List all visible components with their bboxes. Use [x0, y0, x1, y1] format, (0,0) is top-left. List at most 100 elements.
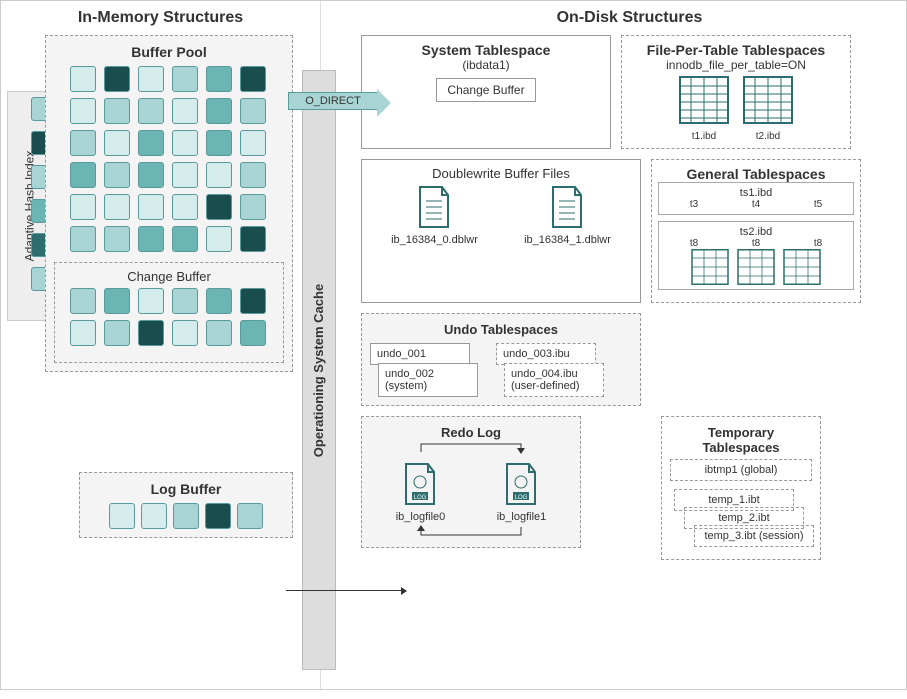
buffer-cell [138, 194, 164, 220]
buffer-cell [240, 98, 266, 124]
buffer-cell [70, 194, 96, 220]
tablespace-icon [679, 76, 729, 124]
buffer-cell [206, 162, 232, 188]
log-file-icon: LOG [402, 462, 438, 506]
buffer-cell [70, 98, 96, 124]
buffer-cell [206, 130, 232, 156]
redo-f2: ib_logfile1 [497, 511, 547, 523]
buffer-cell [240, 162, 266, 188]
buffer-cell [104, 194, 130, 220]
fpt-title: File-Per-Table Tablespaces [628, 42, 844, 58]
tablespace-icon [743, 76, 793, 124]
log-buffer-title: Log Buffer [88, 481, 284, 497]
general-tablespaces: General Tablespaces ts1.ibd t3 t4 t5 ts2… [651, 159, 861, 303]
change-buffer-title: Change Buffer [61, 269, 277, 284]
buffer-cell [206, 288, 232, 314]
log-buffer-cells [88, 503, 284, 529]
temp-s3: temp_3.ibt (session) [694, 525, 814, 547]
undo-004: undo_004.ibu (user-defined) [504, 363, 604, 397]
buffer-cell [172, 162, 198, 188]
temp-title: Temporary Tablespaces [670, 425, 812, 455]
gen-ts2: ts2.ibd [663, 226, 849, 238]
buffer-cell [240, 320, 266, 346]
buffer-cell [70, 162, 96, 188]
gen-ts2-c0: t8 [690, 238, 698, 249]
buffer-cell [205, 503, 231, 529]
undo-tablespaces: Undo Tablespaces undo_001 undo_002 (syst… [361, 313, 641, 406]
buffer-cell [240, 194, 266, 220]
buffer-cell [104, 162, 130, 188]
buffer-cell [206, 320, 232, 346]
buffer-cell [172, 320, 198, 346]
svg-text:LOG: LOG [414, 495, 427, 501]
dblwr-f1: ib_16384_0.dblwr [391, 234, 478, 246]
doublewrite-title: Doublewrite Buffer Files [368, 166, 634, 181]
buffer-cell [104, 320, 130, 346]
gen-ts1: ts1.ibd [663, 187, 849, 199]
general-title: General Tablespaces [658, 166, 854, 182]
buffer-cell [237, 503, 263, 529]
buffer-cell [172, 98, 198, 124]
buffer-cell [138, 320, 164, 346]
buffer-cell [70, 130, 96, 156]
buffer-pool: Buffer Pool Change Buffer [45, 35, 293, 372]
buffer-cell [206, 98, 232, 124]
os-cache-label: Operationing System Cache [312, 283, 327, 456]
gen-ts1-c0: t3 [690, 199, 698, 210]
file-icon [549, 185, 585, 229]
buffer-cell [173, 503, 199, 529]
temporary-tablespaces: Temporary Tablespaces ibtmp1 (global) te… [661, 416, 821, 560]
gen-ts2-c1: t8 [752, 238, 760, 249]
buffer-cell [138, 98, 164, 124]
undo-title: Undo Tablespaces [370, 322, 632, 337]
buffer-cell [240, 288, 266, 314]
tablespace-icon [782, 249, 822, 285]
buffer-cell [104, 226, 130, 252]
innodb-architecture-diagram: In-Memory Structures Adaptive Hash Index… [0, 0, 907, 690]
buffer-cell [104, 288, 130, 314]
buffer-cell [104, 98, 130, 124]
redo-title: Redo Log [370, 425, 572, 440]
buffer-cell [138, 288, 164, 314]
buffer-cell [172, 288, 198, 314]
o-direct-label: O_DIRECT [288, 92, 378, 110]
system-ts-sub: (ibdata1) [368, 58, 604, 72]
redo-f1: ib_logfile0 [396, 511, 446, 523]
in-memory-panel: In-Memory Structures Adaptive Hash Index… [1, 1, 321, 689]
file-per-table-tablespaces: File-Per-Table Tablespaces innodb_file_p… [621, 35, 851, 149]
buffer-cell [138, 66, 164, 92]
file-icon [416, 185, 452, 229]
cycle-arrow-icon [401, 440, 541, 456]
cycle-arrow-icon [401, 523, 541, 539]
buffer-cell [70, 66, 96, 92]
dblwr-f2: ib_16384_1.dblwr [524, 234, 611, 246]
fpt-t2: t2.ibd [739, 131, 797, 142]
buffer-cell [70, 288, 96, 314]
buffer-cell [240, 226, 266, 252]
system-ts-changebuffer: Change Buffer [436, 78, 535, 102]
buffer-cell [172, 194, 198, 220]
system-ts-title: System Tablespace [368, 42, 604, 58]
undo-002: undo_002 (system) [378, 363, 478, 397]
undo-003: undo_003.ibu [496, 343, 596, 365]
gen-ts1-c2: t5 [814, 199, 822, 210]
buffer-cell [240, 66, 266, 92]
buffer-cell [138, 226, 164, 252]
buffer-cell [172, 226, 198, 252]
os-cache: Operationing System Cache [302, 70, 336, 670]
buffer-pool-grid [54, 66, 284, 252]
buffer-pool-title: Buffer Pool [54, 44, 284, 60]
fpt-setting: innodb_file_per_table=ON [628, 58, 844, 72]
buffer-cell [206, 226, 232, 252]
svg-text:LOG: LOG [515, 495, 528, 501]
change-buffer-grid [61, 288, 277, 346]
undo-001: undo_001 [370, 343, 470, 365]
on-disk-title: On-Disk Structures [361, 9, 898, 27]
log-file-icon: LOG [503, 462, 539, 506]
gen-ts1-c1: t4 [752, 199, 760, 210]
buffer-cell [206, 66, 232, 92]
change-buffer: Change Buffer [54, 262, 284, 363]
buffer-cell [70, 226, 96, 252]
buffer-cell [109, 503, 135, 529]
in-memory-title: In-Memory Structures [9, 9, 312, 27]
